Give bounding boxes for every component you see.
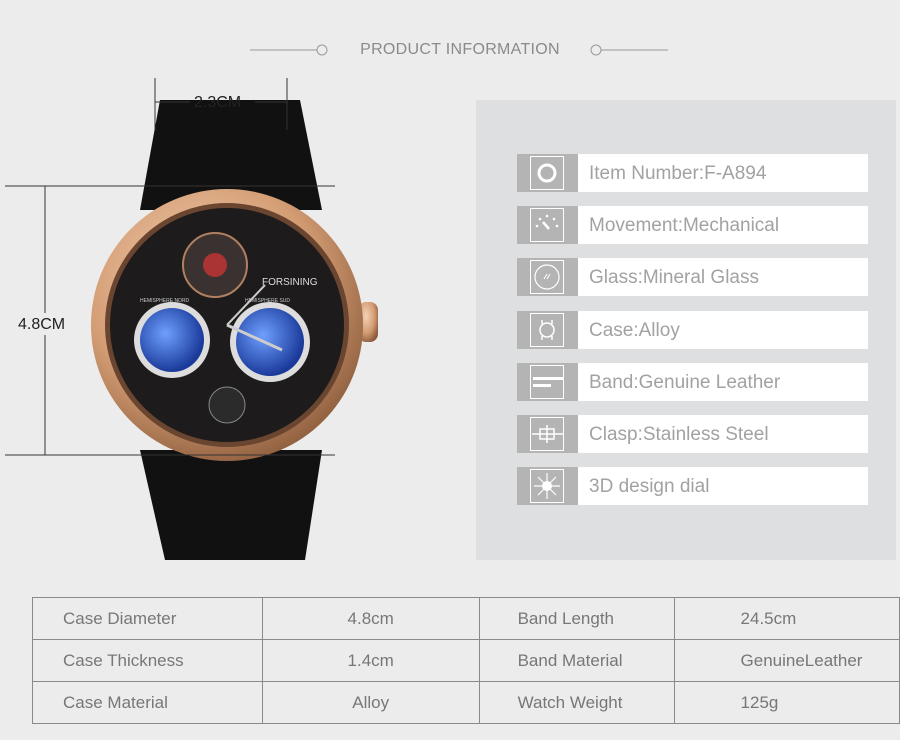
feature-clasp: Clasp:Stainless Steel: [517, 415, 868, 453]
height-dimension-label: 4.8CM: [18, 316, 66, 333]
feature-dial: 3D design dial: [517, 467, 868, 505]
table-row: Case Material Alloy Watch Weight 125g: [32, 681, 900, 724]
features-panel: Item Number:F-A894 Movement:Mechanical G…: [476, 100, 896, 560]
table-row: Case Thickness 1.4cm Band Material Genui…: [32, 639, 900, 682]
case-icon: [539, 320, 555, 340]
glass-icon: [534, 264, 560, 290]
watch-case-icon: [537, 163, 557, 183]
gauge-icon: [535, 214, 559, 230]
feature-glass: Glass:Mineral Glass: [517, 258, 868, 296]
section-title: PRODUCT INFORMATION: [360, 41, 560, 58]
band-icon: [533, 377, 563, 387]
sun-icon: [534, 473, 560, 499]
clasp-icon: [532, 425, 563, 443]
feature-case: Case:Alloy: [517, 311, 868, 349]
feature-band: Band:Genuine Leather: [517, 363, 868, 401]
specs-table: Case Diameter 4.8cm Band Length 24.5cm C…: [32, 597, 900, 724]
width-dimension-label: 2.3CM: [194, 94, 242, 111]
feature-item-number: Item Number:F-A894: [517, 154, 868, 192]
table-row: Case Diameter 4.8cm Band Length 24.5cm: [32, 597, 900, 640]
dimension-lines: [5, 78, 335, 456]
feature-movement: Movement:Mechanical: [517, 206, 868, 244]
